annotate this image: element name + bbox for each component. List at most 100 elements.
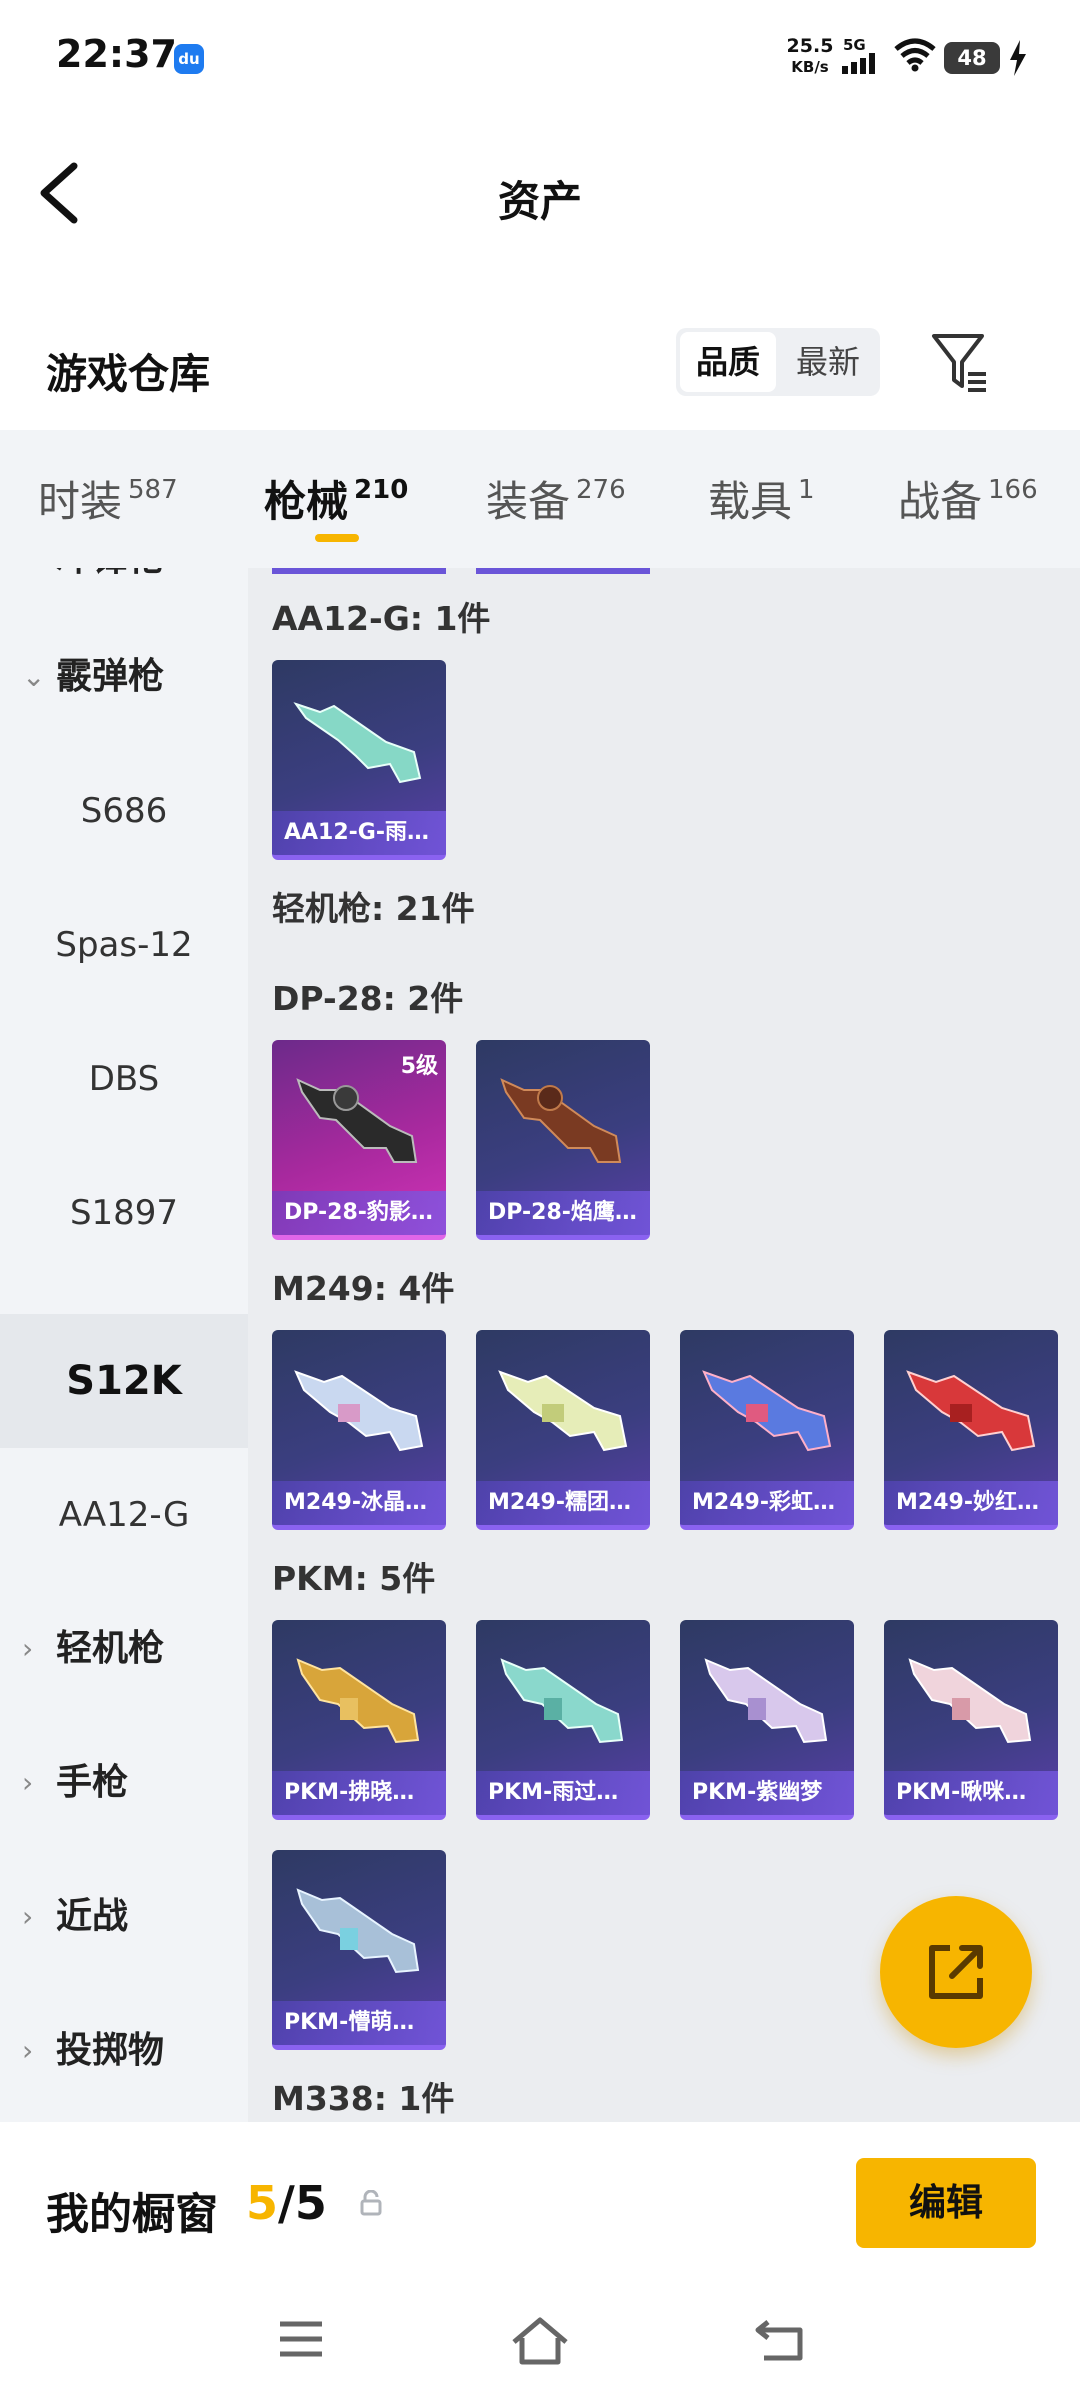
weapon-card[interactable]: PKM-拂晓… — [272, 1620, 446, 1820]
showcase-title: 我的橱窗 — [46, 2190, 218, 2240]
tab-label: 载具 — [708, 477, 793, 526]
sidebar-item-spas12[interactable]: Spas-12 — [0, 878, 248, 1012]
sidebar-item-lmg[interactable]: › 轻机枪 — [0, 1582, 248, 1716]
tab-label: 时装 — [38, 477, 123, 526]
weapon-card[interactable]: AA12-G-雨… — [272, 660, 446, 860]
group-label-pkm: PKM: 5件 — [272, 1559, 436, 1598]
weapon-name: PKM-雨过… — [476, 1771, 650, 1815]
chevron-right-icon: › — [22, 1766, 34, 1799]
group-label-lmg: 轻机枪: 21件 — [272, 889, 475, 928]
machine-gun-icon — [498, 1370, 628, 1452]
machine-gun-icon — [296, 1888, 420, 1974]
lock-icon — [360, 2190, 382, 2216]
weapon-name: DP-28-焰鹰… — [476, 1191, 650, 1235]
sidebar-item-s1897[interactable]: S1897 — [0, 1146, 248, 1280]
weapon-name: M249-糯团… — [476, 1481, 650, 1525]
machine-gun-icon — [704, 1658, 828, 1744]
sidebar-item-label: 霰弹枪 — [56, 656, 165, 697]
weapon-card[interactable]: PKM-懵萌… — [272, 1850, 446, 2050]
signal-icon — [842, 53, 875, 74]
home-icon[interactable] — [510, 2316, 570, 2366]
chevron-right-icon: › — [22, 1632, 34, 1665]
share-button[interactable] — [880, 1896, 1032, 2048]
sidebar-item-dbs[interactable]: DBS — [0, 1012, 248, 1146]
tab-count: 276 — [576, 475, 626, 505]
machine-gun-icon — [500, 1078, 622, 1163]
charging-icon — [1010, 40, 1026, 76]
group-label-dp28: DP-28: 2件 — [272, 979, 464, 1018]
tab-equipment[interactable]: 装备 276 — [486, 468, 626, 529]
weapon-card[interactable]: PKM-紫幽梦 — [680, 1620, 854, 1820]
active-tab-indicator — [315, 534, 359, 542]
weapon-card[interactable]: PKM-啾咪… — [884, 1620, 1058, 1820]
tab-label: 装备 — [486, 477, 571, 526]
weapon-name: PKM-啾咪… — [884, 1771, 1058, 1815]
app-notification-icon: du — [174, 44, 204, 74]
weapon-card[interactable]: 5级 DP-28-豹影… — [272, 1040, 446, 1240]
tab-label: 战备 — [898, 477, 983, 526]
sidebar-item-shotgun[interactable]: ⌄ 霰弹枪 — [0, 610, 248, 744]
sidebar-item-s686[interactable]: S686 — [0, 744, 248, 878]
chevron-down-icon: ⌄ — [22, 660, 46, 693]
machine-gun-icon — [908, 1658, 1032, 1744]
group-label-m338: M338: 1件 — [272, 2079, 455, 2118]
weapon-card[interactable]: M249-彩虹… — [680, 1330, 854, 1530]
section-header: 游戏仓库 品质 最新 — [0, 300, 1080, 430]
weapon-name: PKM-拂晓… — [272, 1771, 446, 1815]
chevron-right-icon: › — [22, 2034, 34, 2067]
showcase-total: /5 — [278, 2176, 327, 2230]
weapon-card[interactable]: M249-冰晶… — [272, 1330, 446, 1530]
sidebar-item-label: 轻机枪 — [56, 1628, 165, 1669]
network-speed-value: 25.5 — [786, 35, 834, 57]
sidebar-item-melee[interactable]: › 近战 — [0, 1850, 248, 1984]
weapon-card[interactable]: PKM-雨过… — [476, 1620, 650, 1820]
weapon-card[interactable]: M249-妙红… — [884, 1330, 1058, 1530]
sidebar-item-label: 冲锋枪 — [56, 568, 164, 579]
battery-icon: 48 — [944, 42, 1000, 74]
system-nav-bar — [0, 2282, 1080, 2400]
tab-weapons[interactable]: 枪械 210 — [264, 468, 408, 529]
edit-button[interactable]: 编辑 — [856, 2158, 1036, 2248]
machine-gun-icon — [500, 1658, 624, 1744]
sidebar-item-label: 投掷物 — [56, 2030, 165, 2071]
sidebar-item-throwable[interactable]: › 投掷物 — [0, 1984, 248, 2118]
network-speed: 25.5 KB/s — [782, 36, 838, 78]
category-tabs: 时装 587 枪械 210 装备 276 载具 1 战备 166 — [0, 430, 1080, 568]
sidebar-item-aa12g[interactable]: AA12-G — [0, 1448, 248, 1582]
tab-count: 210 — [354, 475, 409, 505]
wifi-icon — [894, 38, 936, 72]
sort-quality-button[interactable]: 品质 — [680, 332, 776, 392]
showcase-count: 5/5 — [246, 2176, 327, 2230]
tab-count: 166 — [988, 475, 1038, 505]
weapon-name: M249-彩虹… — [680, 1481, 854, 1525]
group-label-m249: M249: 4件 — [272, 1269, 455, 1308]
sidebar-item-pistol[interactable]: › 手枪 — [0, 1716, 248, 1850]
weapon-name: PKM-紫幽梦 — [680, 1771, 854, 1815]
share-icon — [929, 1945, 983, 1999]
showcase-current: 5 — [246, 2176, 279, 2230]
nav-bar: 资产 — [0, 116, 1080, 266]
card-edge — [272, 568, 446, 574]
weapon-name: M249-妙红… — [884, 1481, 1058, 1525]
tab-gear[interactable]: 战备 166 — [898, 468, 1038, 529]
tab-count: 1 — [798, 475, 815, 505]
sidebar-item-s12k[interactable]: S12K — [0, 1314, 248, 1448]
rifle-icon — [293, 702, 422, 784]
tab-outfits[interactable]: 时装 587 — [38, 468, 178, 529]
tab-count: 587 — [128, 475, 178, 505]
sort-newest-button[interactable]: 最新 — [780, 332, 876, 392]
chevron-right-icon: › — [22, 1900, 34, 1933]
filter-icon[interactable] — [930, 330, 990, 394]
weapon-card[interactable]: M249-糯团… — [476, 1330, 650, 1530]
section-title: 游戏仓库 — [46, 350, 210, 398]
tab-label: 枪械 — [264, 477, 349, 526]
tab-vehicles[interactable]: 载具 1 — [708, 468, 815, 529]
menu-icon[interactable] — [276, 2316, 326, 2362]
showcase-bar: 我的橱窗 5/5 编辑 — [0, 2122, 1080, 2282]
weapon-name: DP-28-豹影… — [272, 1191, 446, 1235]
back-icon[interactable] — [754, 2316, 806, 2362]
weapon-card[interactable]: DP-28-焰鹰… — [476, 1040, 650, 1240]
level-badge: 5级 — [400, 1054, 438, 1079]
sidebar-item-label: 手枪 — [56, 1762, 129, 1803]
weapon-name: AA12-G-雨… — [272, 811, 446, 855]
